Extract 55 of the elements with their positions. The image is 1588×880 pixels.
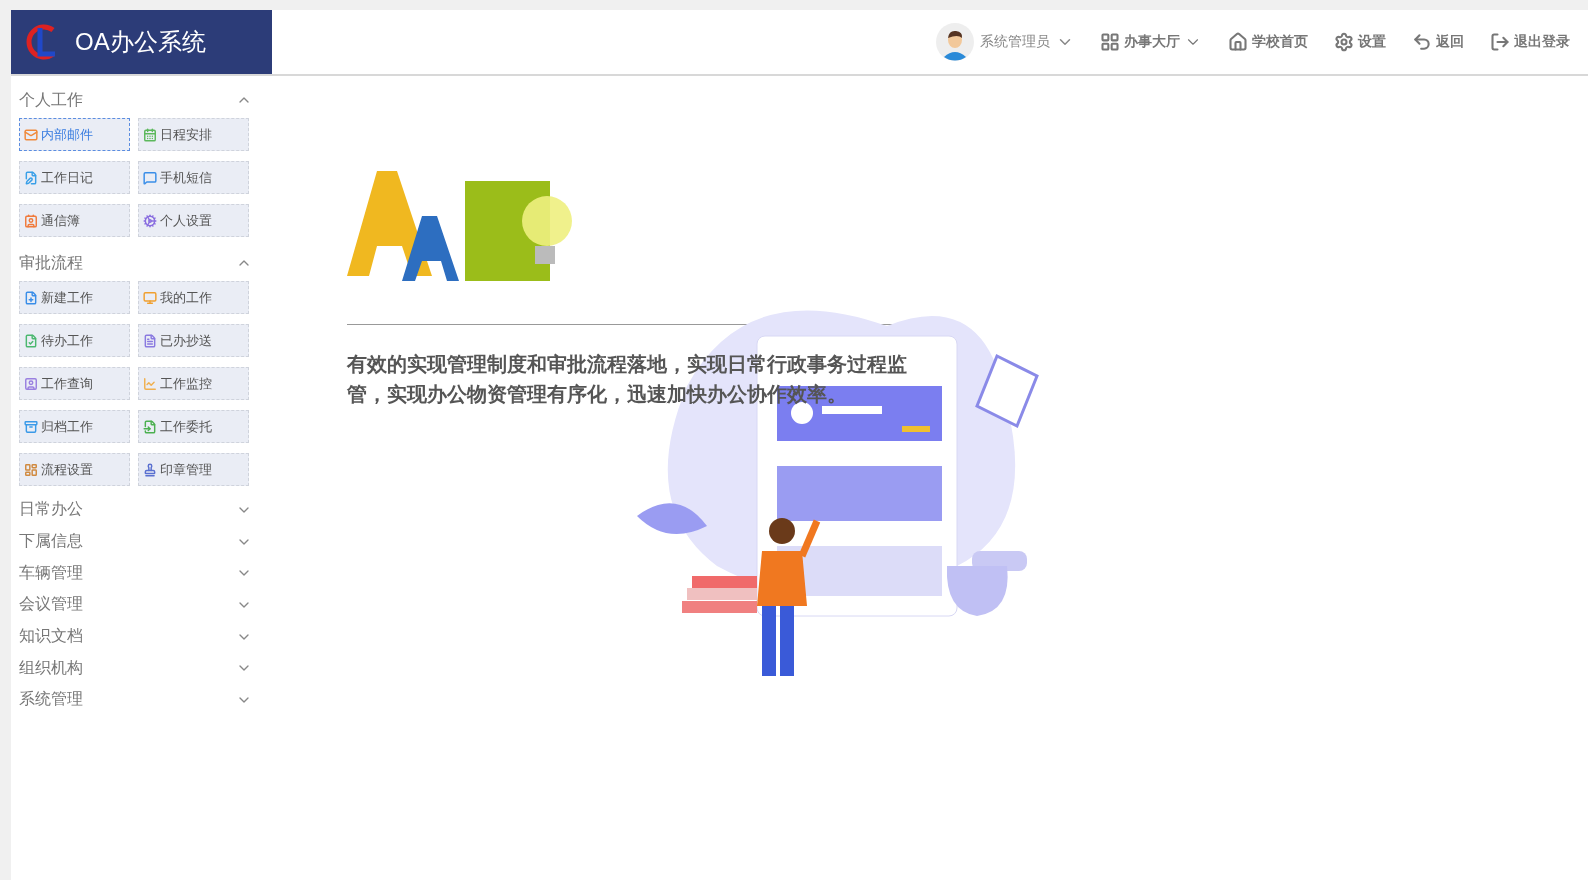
menu-item[interactable]: 归档工作 <box>19 410 130 443</box>
menu-item-icon <box>24 419 38 434</box>
menu-item-icon <box>24 333 38 348</box>
menu-item-icon <box>143 376 157 391</box>
section-header[interactable]: 系统管理 <box>19 684 252 716</box>
nav-link[interactable]: 返回 <box>1412 32 1464 52</box>
nav-icon <box>1412 32 1432 52</box>
section-header[interactable]: 日常办公 <box>19 494 252 526</box>
menu-item[interactable]: 工作查询 <box>19 367 130 400</box>
menu-item[interactable]: 内部邮件 <box>19 118 130 151</box>
menu-item-icon <box>143 170 157 185</box>
nav-icon <box>1490 32 1510 52</box>
menu-item-icon <box>143 213 157 228</box>
menu-item-icon <box>24 170 38 185</box>
section-header[interactable]: 个人工作 <box>19 82 252 118</box>
nav-link[interactable]: 退出登录 <box>1490 32 1570 52</box>
app-title: OA办公系统 <box>75 27 206 57</box>
section-header[interactable]: 审批流程 <box>19 245 252 281</box>
menu-item[interactable]: 我的工作 <box>138 281 249 314</box>
menu-item-icon <box>143 127 157 142</box>
nav-icon <box>1100 32 1120 52</box>
nav-icon <box>1334 32 1354 52</box>
menu-item[interactable]: 日程安排 <box>138 118 249 151</box>
avatar-icon <box>936 23 974 61</box>
menu-item[interactable]: 流程设置 <box>19 453 130 486</box>
menu-item-icon <box>143 419 157 434</box>
menu-item[interactable]: 已办抄送 <box>138 324 249 357</box>
nav-link[interactable]: 办事大厅 <box>1100 32 1202 52</box>
menu-item[interactable]: 印章管理 <box>138 453 249 486</box>
menu-item-icon <box>24 462 38 477</box>
menu-item-icon <box>24 213 38 228</box>
nav-icon <box>1228 32 1248 52</box>
menu-item-icon <box>143 333 157 348</box>
menu-item-icon <box>24 127 38 142</box>
menu-item[interactable]: 新建工作 <box>19 281 130 314</box>
section-header[interactable]: 下属信息 <box>19 525 252 558</box>
menu-item-icon <box>24 290 38 305</box>
menu-item[interactable]: 手机短信 <box>138 161 249 194</box>
menu-item[interactable]: 工作日记 <box>19 161 130 194</box>
intro-text: 有效的实现管理制度和审批流程落地，实现日常行政事务过程监管，实现办公物资管理有序化，迅速加快办公协作效率。 <box>347 351 908 408</box>
menu-item[interactable]: 待办工作 <box>19 324 130 357</box>
nav-link[interactable]: 学校首页 <box>1228 32 1308 52</box>
section-header[interactable]: 车辆管理 <box>19 557 252 590</box>
menu-item-icon <box>143 462 157 477</box>
section-header[interactable]: 知识文档 <box>19 620 252 653</box>
section-header[interactable]: 会议管理 <box>19 589 252 621</box>
menu-item[interactable]: 个人设置 <box>138 204 249 237</box>
nav-link[interactable]: 设置 <box>1334 32 1386 52</box>
menu-item-icon <box>143 290 157 305</box>
menu-item-icon <box>24 376 38 391</box>
menu-item[interactable]: 工作监控 <box>138 367 249 400</box>
menu-item[interactable]: 通信簿 <box>19 204 130 237</box>
user-menu[interactable]: 系统管理员 <box>936 23 1074 61</box>
menu-item[interactable]: 工作委托 <box>138 410 249 443</box>
section-header[interactable]: 组织机构 <box>19 652 252 685</box>
